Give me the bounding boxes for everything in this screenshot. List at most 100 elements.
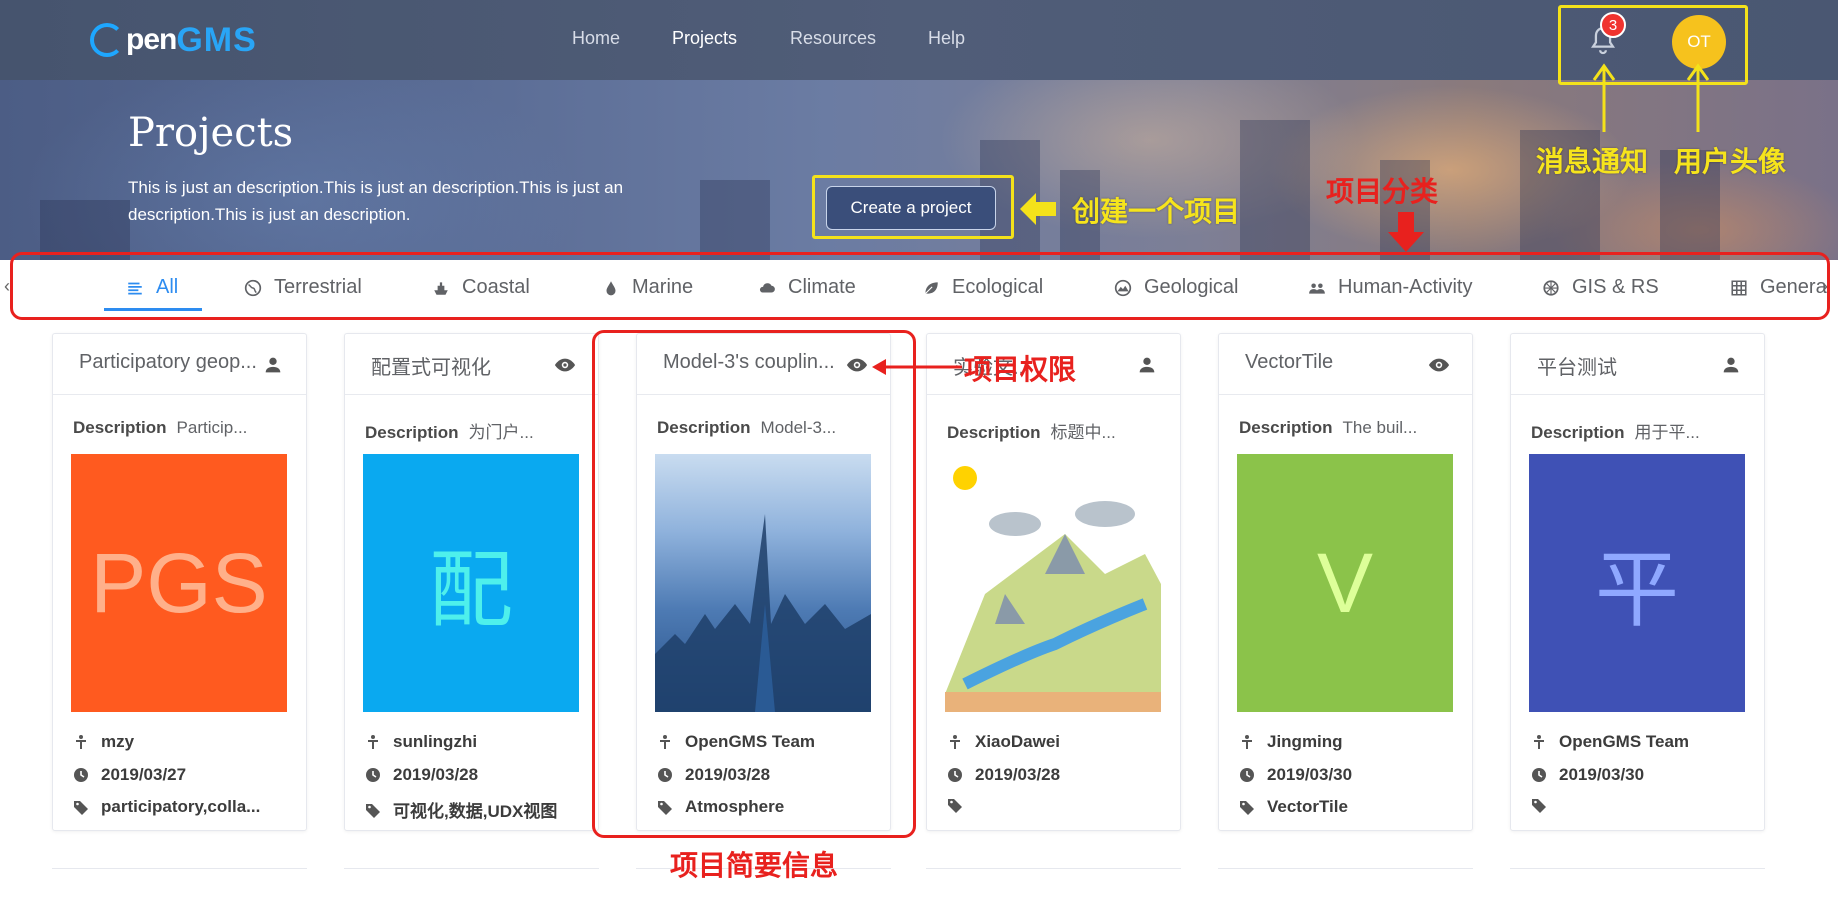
project-author: XiaoDawei xyxy=(975,732,1061,751)
annotation-notification: 消息通知 xyxy=(1536,145,1649,178)
description-label: Description xyxy=(1239,418,1333,437)
annotation-create: 创建一个项目 xyxy=(1072,195,1241,228)
tag-icon xyxy=(366,803,380,818)
next-row-card xyxy=(1218,868,1473,879)
thumbnail-text: V xyxy=(1316,535,1374,630)
next-row-card xyxy=(1510,868,1765,879)
tags-row: 可视化,数据,UDX视图 xyxy=(365,797,580,822)
tag-icon xyxy=(74,801,88,815)
date-row: 2019/03/28 xyxy=(947,765,1162,785)
category-bar-highlight xyxy=(10,252,1830,320)
project-card-highlight xyxy=(592,330,916,838)
project-thumbnail[interactable]: 配 xyxy=(363,454,579,712)
annotation-permission: 项目权限 xyxy=(964,353,1077,386)
project-title[interactable]: 平台测试 xyxy=(1537,351,1722,380)
tags-row xyxy=(947,797,1162,813)
project-date: 2019/03/30 xyxy=(1559,765,1645,784)
project-description: Description The buil... xyxy=(1239,418,1454,438)
project-date: 2019/03/27 xyxy=(101,765,187,784)
date-row: 2019/03/30 xyxy=(1531,765,1746,785)
project-tags: VectorTile xyxy=(1267,797,1348,816)
project-card[interactable]: 平台测试 Description 用于平... 平 OpenGMS Team 2019/0… xyxy=(1510,333,1765,831)
opengms-logo[interactable]: pen GMS xyxy=(90,14,257,66)
description-text: 为门户... xyxy=(468,423,534,442)
date-row: 2019/03/28 xyxy=(365,765,580,785)
date-row: 2019/03/30 xyxy=(1239,765,1454,785)
annotation-avatar: 用户头像 xyxy=(1674,145,1787,178)
next-row-card xyxy=(926,868,1181,879)
project-author: OpenGMS Team xyxy=(1559,732,1690,751)
thumbnail-text: 平 xyxy=(1594,542,1679,637)
author-row: OpenGMS Team xyxy=(1531,732,1746,752)
annotation-category: 项目分类 xyxy=(1326,175,1439,208)
description-text: 标题中... xyxy=(1050,423,1116,442)
clock-icon xyxy=(366,768,380,782)
project-card[interactable]: 实验文... Description 标题中... XiaoDawei 2019/03/… xyxy=(926,333,1181,831)
description-text: 用于平... xyxy=(1634,423,1700,442)
page-title: Projects xyxy=(128,110,294,156)
project-thumbnail[interactable]: V xyxy=(1237,454,1453,712)
description-label: Description xyxy=(365,423,459,442)
description-text: The buil... xyxy=(1342,418,1418,437)
hydrology-diagram-image xyxy=(945,454,1161,712)
nav-projects-link[interactable]: Projects xyxy=(672,28,737,49)
date-row: 2019/03/27 xyxy=(73,765,288,785)
page-description: This is just an description.This is just… xyxy=(128,178,624,224)
yellow-arrow-left-icon xyxy=(1020,193,1056,225)
tags-row: participatory,colla... xyxy=(73,797,288,817)
user-icon xyxy=(950,735,960,749)
project-card[interactable]: Participatory geop... Description Particip… xyxy=(52,333,307,831)
user-icon xyxy=(1534,735,1544,749)
tags-row xyxy=(1531,797,1746,813)
project-description: Description 标题中... xyxy=(947,418,1162,443)
description-label: Description xyxy=(1531,423,1625,442)
next-row-card xyxy=(52,868,307,879)
card-header: 配置式可视化 xyxy=(345,334,598,395)
project-description: Description 用于平... xyxy=(1531,418,1746,443)
project-tags: participatory,colla... xyxy=(101,797,261,816)
create-button-highlight xyxy=(812,175,1014,239)
nav-help-link[interactable]: Help xyxy=(928,28,965,49)
clock-icon xyxy=(1240,768,1254,782)
description-label: Description xyxy=(73,418,167,437)
eye-icon xyxy=(554,354,576,376)
project-date: 2019/03/30 xyxy=(1267,765,1353,784)
person-icon xyxy=(262,354,284,376)
card-header: Participatory geop... xyxy=(53,334,306,395)
project-title[interactable]: Participatory geop... xyxy=(79,351,264,374)
red-arrow-down-icon xyxy=(1388,212,1424,252)
project-author: sunlingzhi xyxy=(393,732,478,751)
nav-home-link[interactable]: Home xyxy=(572,28,620,49)
yellow-pointer-arrows xyxy=(1592,63,1710,132)
card-header: VectorTile xyxy=(1219,334,1472,395)
project-author: mzy xyxy=(101,732,135,751)
project-date: 2019/03/28 xyxy=(975,765,1061,784)
annotation-brief-info: 项目简要信息 xyxy=(670,849,839,882)
project-card[interactable]: VectorTile Description The buil... V Jingmin… xyxy=(1218,333,1473,831)
user-icon xyxy=(368,735,378,749)
project-thumbnail[interactable]: 平 xyxy=(1529,454,1745,712)
project-tags: 可视化,数据,UDX视图 xyxy=(393,802,558,821)
project-description: Description Particip... xyxy=(73,418,288,438)
user-icon xyxy=(1242,735,1252,749)
project-card[interactable]: 配置式可视化 Description 为门户... 配 sunlingzhi 2019/0… xyxy=(344,333,599,831)
project-thumbnail[interactable]: PGS xyxy=(71,454,287,712)
logo-o-icon xyxy=(90,23,124,57)
tag-icon xyxy=(1532,799,1546,813)
logo-text-right: GMS xyxy=(176,20,257,59)
person-icon xyxy=(1136,354,1158,376)
author-row: sunlingzhi xyxy=(365,732,580,752)
clock-icon xyxy=(74,768,88,782)
project-title[interactable]: VectorTile xyxy=(1245,351,1430,374)
nav-resources-link[interactable]: Resources xyxy=(790,28,876,49)
person-icon xyxy=(1720,354,1742,376)
thumbnail-text: 配 xyxy=(428,542,513,637)
project-author: Jingming xyxy=(1267,732,1343,751)
eye-icon xyxy=(1428,354,1450,376)
project-description: Description 为门户... xyxy=(365,418,580,443)
project-thumbnail[interactable] xyxy=(945,454,1161,712)
description-label: Description xyxy=(947,423,1041,442)
user-icon xyxy=(76,735,86,749)
project-title[interactable]: 配置式可视化 xyxy=(371,351,556,380)
clock-icon xyxy=(948,768,962,782)
